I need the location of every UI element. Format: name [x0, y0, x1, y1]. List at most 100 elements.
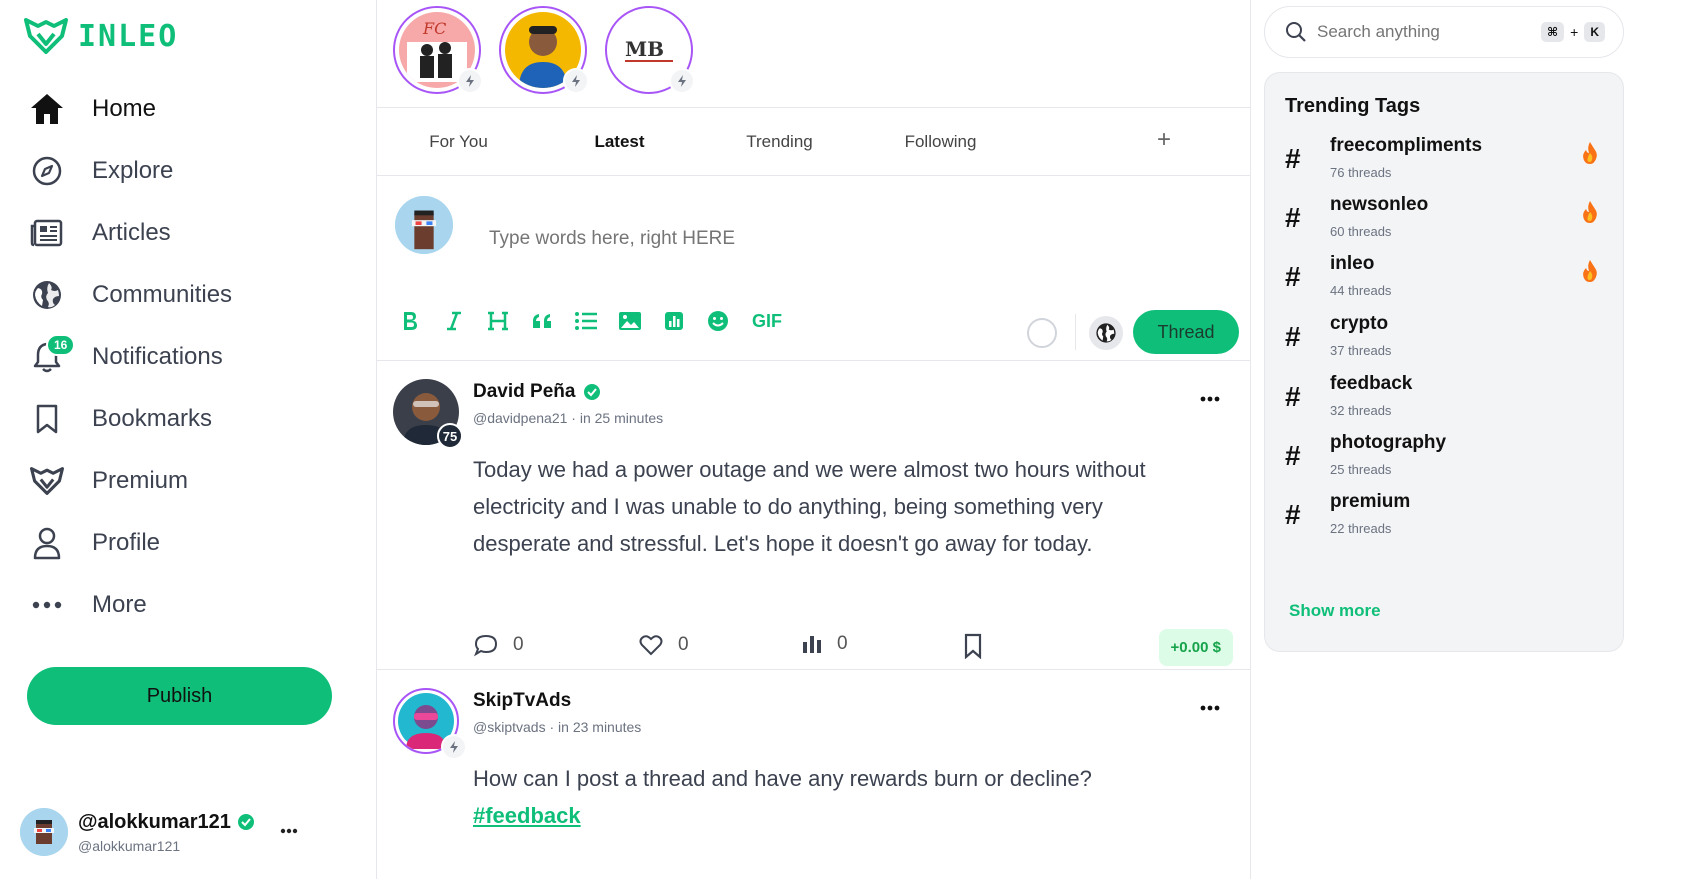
more-options-icon[interactable] [1200, 385, 1220, 408]
bolt-icon [457, 68, 483, 94]
trending-tags-panel: Trending Tags # freecompliments 76 threa… [1264, 72, 1624, 652]
comment-icon [473, 634, 498, 657]
nav-item-articles[interactable]: Articles [26, 202, 346, 264]
publish-button[interactable]: Publish [27, 667, 332, 725]
thread-submit-button[interactable]: Thread [1133, 310, 1239, 354]
logo[interactable]: INLEO [24, 18, 178, 54]
tag-name: premium [1330, 491, 1411, 512]
tag-name: inleo [1330, 253, 1375, 274]
nav-item-notifications[interactable]: 16 Notifications [26, 326, 346, 388]
add-tab-button[interactable]: + [1157, 126, 1171, 154]
app-root: INLEO Home Explore Articles Communities … [0, 0, 1693, 879]
nav-label: More [92, 591, 147, 618]
bookmark-button[interactable] [963, 633, 983, 659]
nav-item-more[interactable]: More [26, 574, 346, 636]
nav-item-explore[interactable]: Explore [26, 140, 346, 202]
hash-icon: # [1285, 202, 1301, 233]
home-icon [26, 88, 68, 130]
panel-title: Trending Tags [1285, 95, 1421, 117]
bolt-icon [441, 734, 467, 760]
level-badge: 75 [437, 423, 463, 449]
globe-icon[interactable] [1089, 316, 1123, 350]
earnings-badge[interactable]: +0.00 $ [1158, 629, 1233, 666]
show-more-link[interactable]: Show more [1289, 601, 1381, 621]
gif-button[interactable]: GIF [747, 306, 787, 336]
search-icon [1286, 22, 1306, 42]
story-item[interactable] [499, 6, 589, 94]
fire-icon [1581, 141, 1599, 170]
italic-icon[interactable] [439, 306, 469, 336]
leo-logo-icon [24, 18, 68, 54]
hash-icon: # [1285, 381, 1301, 412]
comment-button[interactable]: 0 [473, 633, 524, 657]
tab-trending[interactable]: Trending [692, 132, 867, 152]
story-item[interactable]: MB [605, 6, 695, 94]
notification-count-badge: 16 [46, 334, 76, 356]
comment-count: 0 [513, 634, 524, 655]
trending-tag-item[interactable]: # crypto 37 threads [1285, 313, 1605, 373]
tab-latest[interactable]: Latest [532, 132, 707, 152]
author-name[interactable]: David Peña [473, 381, 575, 403]
poll-icon[interactable] [659, 306, 689, 336]
shortcut-hint: ⌘ + K [1541, 22, 1605, 42]
account-switcher[interactable]: @alokkumar121 @alokkumar121 [20, 808, 255, 856]
emoji-icon[interactable] [703, 306, 733, 336]
heading-icon[interactable] [483, 306, 513, 336]
nav-item-premium[interactable]: Premium [26, 450, 346, 512]
tab-for-you[interactable]: For You [377, 132, 546, 152]
trending-tag-item[interactable]: # feedback 32 threads [1285, 373, 1605, 433]
story-item[interactable]: FC [393, 6, 483, 94]
more-dots-icon [26, 584, 68, 626]
trending-tag-item[interactable]: # photography 25 threads [1285, 432, 1605, 492]
post-meta: @skiptvads · in 23 minutes [473, 719, 642, 735]
bold-icon[interactable] [395, 306, 425, 336]
author-name[interactable]: SkipTvAds [473, 690, 571, 712]
brand-name: INLEO [78, 18, 179, 54]
hash-icon: # [1285, 321, 1301, 352]
tag-count: 44 threads [1330, 283, 1392, 298]
quote-icon[interactable] [527, 306, 557, 336]
author-handle[interactable]: @skiptvads [473, 719, 546, 735]
compass-icon [26, 150, 68, 192]
char-count-ring [1027, 318, 1057, 348]
trending-tag-item[interactable]: # premium 22 threads [1285, 491, 1605, 551]
hash-icon: # [1285, 499, 1301, 530]
stories-bar: FC MB [377, 0, 1250, 108]
tag-count: 25 threads [1330, 462, 1392, 477]
tag-name: feedback [1330, 373, 1413, 394]
post-card[interactable]: 75 David Peña @davidpena21 · in 25 minut… [377, 361, 1250, 670]
tab-following[interactable]: Following [853, 132, 1028, 152]
trending-tag-item[interactable]: # newsonleo 60 threads [1285, 194, 1605, 254]
avatar [395, 196, 453, 254]
more-options-icon[interactable] [1200, 694, 1220, 717]
image-icon[interactable] [615, 306, 645, 336]
compose-input[interactable] [489, 228, 1169, 250]
trending-tag-item[interactable]: # freecompliments 76 threads [1285, 135, 1605, 195]
post-time: in 23 minutes [558, 719, 642, 735]
nav-label: Articles [92, 219, 171, 246]
views-button[interactable]: 0 [801, 633, 848, 655]
nav-item-bookmarks[interactable]: Bookmarks [26, 388, 346, 450]
nav-item-profile[interactable]: Profile [26, 512, 346, 574]
like-button[interactable]: 0 [638, 633, 689, 657]
search-bar[interactable]: ⌘ + K [1264, 6, 1624, 58]
nav-label: Communities [92, 281, 233, 308]
post-card[interactable]: SkipTvAds @skiptvads · in 23 minutes How… [377, 670, 1250, 879]
verified-icon [237, 814, 254, 830]
search-input[interactable] [1317, 22, 1527, 42]
svg-text:FC: FC [422, 19, 446, 38]
account-more-icon[interactable] [280, 814, 298, 840]
list-icon[interactable] [571, 306, 601, 336]
trending-tag-item[interactable]: # inleo 44 threads [1285, 253, 1605, 313]
heart-icon [639, 635, 663, 656]
globe-icon [26, 274, 68, 316]
nav-label: Profile [92, 529, 161, 556]
post-text: How can I post a thread and have any rew… [473, 766, 1092, 791]
author-handle[interactable]: @davidpena21 [473, 410, 567, 426]
nav-item-home[interactable]: Home [26, 78, 346, 140]
nav-item-communities[interactable]: Communities [26, 264, 346, 326]
format-toolbar: GIF [395, 306, 787, 336]
hashtag-link[interactable]: #feedback [473, 803, 581, 828]
nav-label: Notifications [92, 343, 223, 370]
tag-count: 32 threads [1330, 403, 1392, 418]
